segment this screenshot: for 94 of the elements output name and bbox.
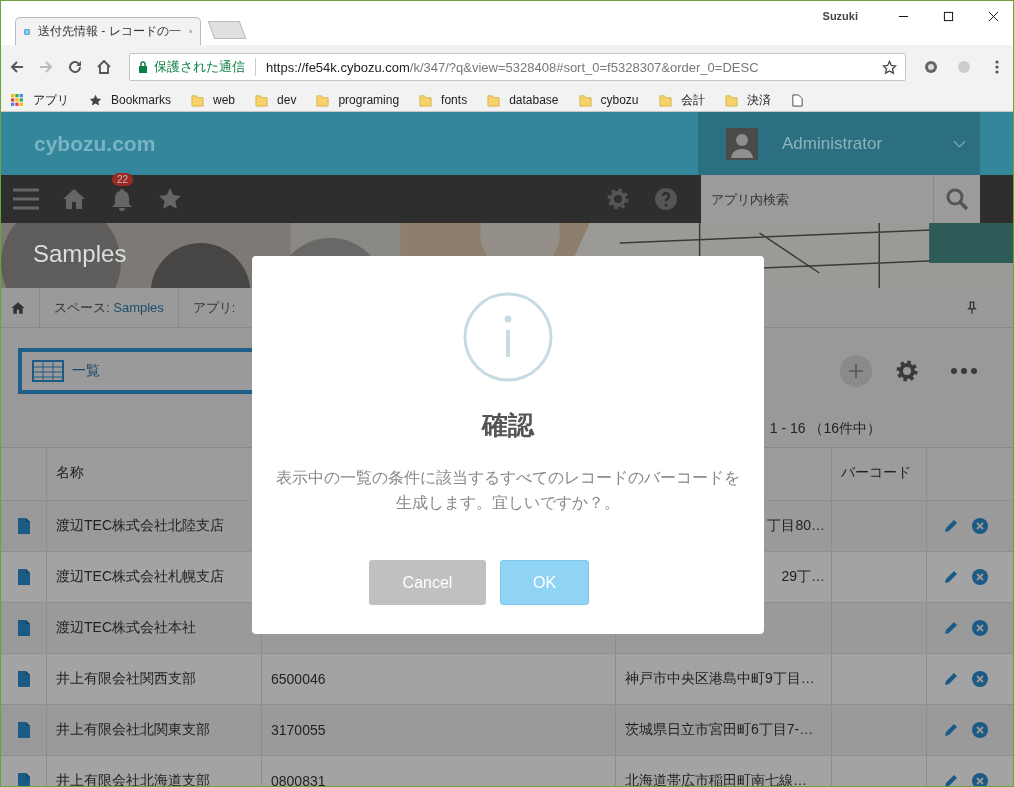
breadcrumb-label: スペース: [54, 298, 111, 317]
document-icon[interactable] [17, 518, 30, 534]
search-field[interactable]: アプリ内検索 [701, 175, 933, 223]
table-cell: 神戸市中央区港島中町9丁目… [625, 670, 815, 688]
document-icon[interactable] [17, 773, 30, 786]
address-bar[interactable]: 保護された通信 https://fe54k.cybozu.com/k/347/?q&view=5328408#sort_0=f5328307&order_0=DESC [129, 53, 906, 81]
add-record-button[interactable] [840, 355, 872, 387]
home-icon[interactable] [96, 59, 112, 75]
pencil-icon[interactable] [943, 722, 959, 738]
delete-icon[interactable] [972, 518, 988, 534]
dialog-message-line: 生成します。宜しいですか？。 [396, 493, 620, 513]
table-cell: 渡辺TEC株式会社北陸支店 [56, 517, 224, 535]
delete-icon[interactable] [972, 773, 988, 786]
pencil-icon[interactable] [943, 620, 959, 636]
folder-icon[interactable] [316, 93, 330, 107]
security-label: 保護された通信 [154, 58, 245, 76]
maximize-icon[interactable] [943, 11, 954, 22]
gear-icon[interactable] [923, 59, 939, 75]
column-header[interactable]: 名称 [56, 464, 84, 482]
column-header[interactable]: バーコード [841, 464, 911, 482]
document-icon[interactable] [17, 722, 30, 738]
chevron-down-icon [953, 139, 966, 148]
bookmark-label[interactable]: database [509, 93, 559, 107]
table-cell: 井上有限会社関西支部 [56, 670, 196, 688]
bookmark-label[interactable]: Bookmarks [111, 93, 172, 107]
star-icon[interactable] [157, 187, 183, 211]
table-icon [32, 360, 64, 382]
info-icon [463, 292, 553, 382]
pencil-icon[interactable] [943, 671, 959, 687]
search-button[interactable] [933, 175, 980, 223]
more-icon[interactable] [951, 368, 977, 374]
tab-title: 送付先情報 - レコードの一 [37, 23, 181, 40]
bookmark-label[interactable]: 会計 [680, 91, 705, 109]
table-cell: 3170055 [271, 722, 326, 738]
avatar-icon [726, 127, 758, 160]
new-tab-button[interactable] [207, 21, 247, 39]
document-icon[interactable] [17, 620, 30, 636]
pencil-icon[interactable] [943, 773, 959, 786]
table-cell: 0800831 [271, 773, 326, 786]
document-icon[interactable] [17, 671, 30, 687]
table-cell: 29丁… [781, 568, 825, 586]
folder-icon[interactable] [487, 93, 501, 107]
help-icon[interactable] [653, 187, 679, 211]
settings-icon[interactable] [605, 187, 631, 211]
delete-icon[interactable] [972, 569, 988, 585]
bookmark-label[interactable]: アプリ [33, 91, 69, 109]
delete-icon[interactable] [972, 620, 988, 636]
profile-name[interactable]: Suzuki [822, 10, 858, 22]
record-count: 1 - 16 （16件中） [769, 420, 881, 438]
table-cell: 丁目80… [767, 517, 825, 535]
close-icon[interactable] [988, 11, 999, 22]
home-icon[interactable] [11, 300, 25, 315]
folder-icon[interactable] [255, 93, 269, 107]
bookmark-label[interactable]: 決済 [746, 91, 771, 109]
notification-badge: 22 [112, 173, 134, 186]
reload-icon[interactable] [67, 59, 83, 75]
apps-grid-icon[interactable] [11, 93, 24, 107]
folder-icon[interactable] [724, 93, 738, 107]
bookmark-label[interactable]: web [213, 93, 236, 107]
dialog-title: 確認 [482, 409, 534, 442]
pencil-icon[interactable] [943, 569, 959, 585]
lock-icon [138, 61, 148, 73]
forward-icon[interactable] [38, 59, 54, 75]
delete-icon[interactable] [972, 722, 988, 738]
plus-icon [848, 363, 864, 379]
back-icon[interactable] [9, 59, 25, 75]
space-title: Samples [33, 240, 127, 268]
star-icon[interactable] [882, 59, 897, 75]
table-cell: 渡辺TEC株式会社本社 [56, 619, 196, 637]
table-cell: 北海道帯広市稲田町南七線… [625, 772, 807, 786]
table-cell: 茨城県日立市宮田町6丁目7-… [625, 721, 814, 739]
table-cell: 井上有限会社北関東支部 [56, 721, 210, 739]
page-icon[interactable] [790, 93, 804, 107]
search-icon [945, 187, 969, 211]
bookmark-label[interactable]: fonts [441, 93, 468, 107]
pencil-icon[interactable] [943, 518, 959, 534]
table-cell: 渡辺TEC株式会社札幌支店 [56, 568, 224, 586]
folder-icon[interactable] [419, 93, 433, 107]
delete-icon[interactable] [972, 671, 988, 687]
folder-icon[interactable] [578, 93, 592, 107]
browser-tab[interactable]: 送付先情報 - レコードの一 [15, 17, 201, 45]
table-cell: 6500046 [271, 671, 326, 687]
star-icon[interactable] [89, 93, 102, 107]
pin-icon[interactable] [967, 300, 977, 315]
dialog-message-line: 表示中の一覧の条件に該当するすべてのレコードのバーコードを [276, 468, 740, 488]
bookmark-label[interactable]: dev [277, 93, 297, 107]
document-icon[interactable] [17, 569, 30, 585]
folder-icon[interactable] [658, 93, 672, 107]
url-text: https://fe54k.cybozu.com/k/347/?q&view=5328408#sort_0=f5328307&order_0=DESC [266, 59, 760, 75]
bookmark-label[interactable]: cybozu [600, 93, 639, 107]
folder-icon[interactable] [191, 93, 205, 107]
breadcrumb-label: アプリ: [192, 298, 237, 317]
bookmark-label[interactable]: programing [338, 93, 400, 107]
settings-icon[interactable] [895, 359, 919, 383]
